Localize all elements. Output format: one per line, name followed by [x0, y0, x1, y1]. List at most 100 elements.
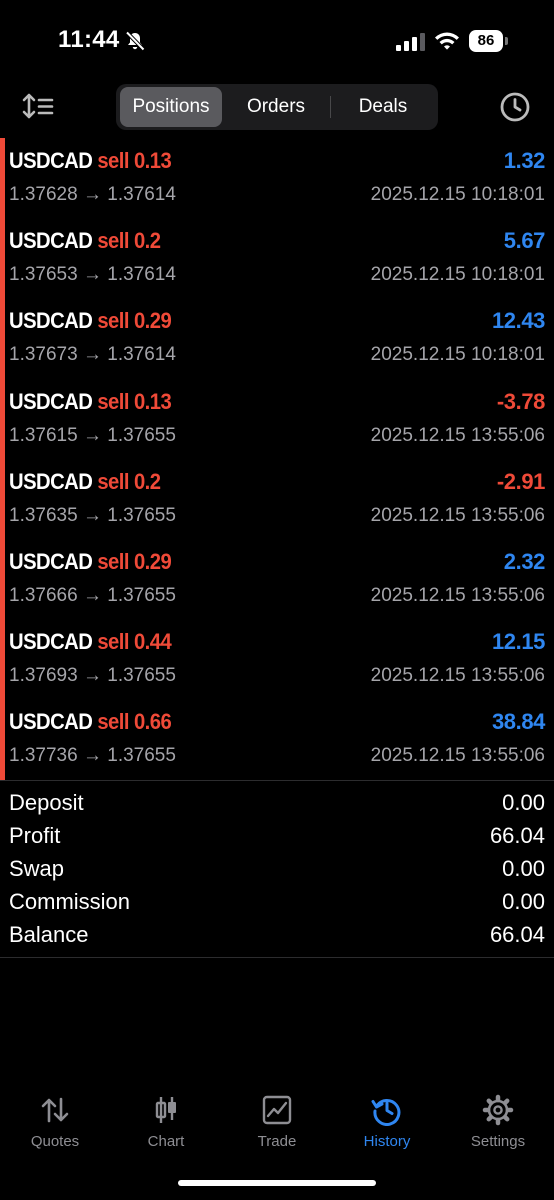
position-row[interactable]: USDCAD sell 0.29 1.37673 → 1.37614 12.43 20…: [0, 298, 554, 378]
open-price: 1.37736: [9, 745, 78, 766]
arrows-updown-icon: [41, 1097, 69, 1123]
trade-volume: 0.13: [133, 148, 172, 173]
position-time: 2025.12.15 10:18:01: [370, 264, 545, 285]
open-price: 1.37673: [9, 344, 78, 365]
price-range: 1.37653 → 1.37614: [9, 264, 176, 286]
summary-value: 66.04: [489, 922, 545, 947]
position-profit: 1.32: [503, 148, 546, 173]
close-price: 1.37614: [107, 344, 176, 365]
position-title: USDCAD sell 0.2: [9, 469, 161, 495]
position-row[interactable]: USDCAD sell 0.2 1.37635 → 1.37655 -2.91 202…: [0, 459, 554, 539]
close-price: 1.37655: [107, 585, 176, 606]
position-row[interactable]: USDCAD sell 0.13 1.37615 → 1.37655 -3.78 20…: [0, 379, 554, 459]
price-range: 1.37635 → 1.37655: [9, 505, 176, 527]
bell-muted-icon: [125, 31, 145, 51]
open-price: 1.37635: [9, 505, 78, 526]
summary-label: Commission: [9, 889, 131, 914]
tab-orders[interactable]: Orders: [225, 87, 327, 127]
summary-commission: Commission 0.00: [0, 887, 554, 920]
trade-volume: 0.66: [133, 709, 172, 734]
position-row[interactable]: USDCAD sell 0.44 1.37693 → 1.37655 12.15 20…: [0, 619, 554, 699]
position-profit: -3.78: [496, 389, 546, 414]
trade-side: sell: [97, 549, 129, 574]
tab-quotes[interactable]: Quotes: [0, 1088, 110, 1158]
symbol-name: USDCAD: [9, 469, 93, 494]
positions-list: USDCAD sell 0.13 1.37628 → 1.37614 1.32 202…: [0, 138, 554, 780]
trade-volume: 0.44: [133, 629, 172, 654]
summary-top-divider: [0, 780, 554, 781]
close-price: 1.37655: [107, 745, 176, 766]
close-price: 1.37655: [107, 425, 176, 446]
candlestick-icon: [155, 1097, 176, 1123]
arrow-right-icon: →: [82, 264, 102, 285]
summary-label: Swap: [9, 856, 65, 881]
summary-value: 0.00: [502, 790, 545, 815]
wifi-icon: [435, 32, 459, 50]
symbol-name: USDCAD: [9, 228, 93, 253]
tab-trade[interactable]: Trade: [222, 1088, 332, 1158]
cellular-signal-icon: [396, 33, 425, 51]
arrow-right-icon: →: [82, 184, 102, 205]
open-price: 1.37653: [9, 264, 78, 285]
open-price: 1.37628: [9, 184, 78, 205]
tab-history[interactable]: History: [332, 1088, 442, 1158]
symbol-name: USDCAD: [9, 629, 93, 654]
trade-side: sell: [97, 148, 129, 173]
position-row[interactable]: USDCAD sell 0.29 1.37666 → 1.37655 2.32 202…: [0, 539, 554, 619]
tab-label: History: [363, 1133, 411, 1150]
open-price: 1.37666: [9, 585, 78, 606]
trade-side: sell: [97, 308, 129, 333]
position-title: USDCAD sell 0.29: [9, 549, 172, 575]
position-row[interactable]: USDCAD sell 0.2 1.37653 → 1.37614 5.67 2025…: [0, 218, 554, 298]
tab-deals[interactable]: Deals: [332, 87, 434, 127]
position-profit: -2.91: [496, 469, 546, 494]
segment-divider: [330, 96, 331, 118]
price-range: 1.37693 → 1.37655: [9, 665, 176, 687]
trade-chart-icon: [262, 1095, 292, 1125]
app-root: 11:44 86 Positions Orders Deals USDCAD s…: [0, 0, 554, 1200]
price-range: 1.37673 → 1.37614: [9, 344, 176, 366]
battery-nub: [505, 37, 508, 45]
position-row[interactable]: USDCAD sell 0.13 1.37628 → 1.37614 1.32 202…: [0, 138, 554, 218]
position-time: 2025.12.15 10:18:01: [370, 184, 545, 205]
position-row[interactable]: USDCAD sell 0.66 1.37736 → 1.37655 38.84 20…: [0, 699, 554, 779]
position-profit: 38.84: [491, 709, 545, 734]
tab-label: Chart: [147, 1133, 185, 1150]
tab-positions[interactable]: Positions: [120, 87, 222, 127]
symbol-name: USDCAD: [9, 148, 93, 173]
arrow-right-icon: →: [82, 344, 102, 365]
status-time: 11:44: [58, 26, 120, 53]
price-range: 1.37628 → 1.37614: [9, 184, 176, 206]
tab-label: Settings: [470, 1133, 526, 1150]
tab-chart[interactable]: Chart: [111, 1088, 221, 1158]
home-indicator: [178, 1180, 376, 1186]
trade-volume: 0.13: [133, 389, 172, 414]
price-range: 1.37666 → 1.37655: [9, 585, 176, 607]
summary-profit: Profit 66.04: [0, 821, 554, 854]
clock-period-icon[interactable]: [499, 91, 531, 123]
trade-side: sell: [97, 709, 129, 734]
position-profit: 12.43: [491, 308, 545, 333]
open-price: 1.37693: [9, 665, 78, 686]
summary-label: Deposit: [9, 790, 84, 815]
summary-value: 0.00: [502, 889, 545, 914]
position-time: 2025.12.15 13:55:06: [370, 745, 545, 766]
sort-icon[interactable]: [22, 92, 56, 122]
gear-icon: [482, 1094, 514, 1126]
arrow-right-icon: →: [82, 425, 102, 446]
trade-volume: 0.2: [133, 228, 161, 253]
summary-label: Profit: [9, 823, 61, 848]
bottom-tab-bar: Quotes Chart Trade History Settings: [0, 1088, 554, 1158]
symbol-name: USDCAD: [9, 709, 93, 734]
position-title: USDCAD sell 0.13: [9, 389, 172, 415]
close-price: 1.37655: [107, 665, 176, 686]
symbol-name: USDCAD: [9, 549, 93, 574]
trade-volume: 0.2: [133, 469, 161, 494]
tab-settings[interactable]: Settings: [443, 1088, 553, 1158]
close-price: 1.37614: [107, 264, 176, 285]
summary-deposit: Deposit 0.00: [0, 788, 554, 821]
trade-side: sell: [97, 469, 129, 494]
position-profit: 12.15: [491, 629, 545, 654]
position-title: USDCAD sell 0.66: [9, 709, 172, 735]
summary-value: 66.04: [489, 823, 545, 848]
